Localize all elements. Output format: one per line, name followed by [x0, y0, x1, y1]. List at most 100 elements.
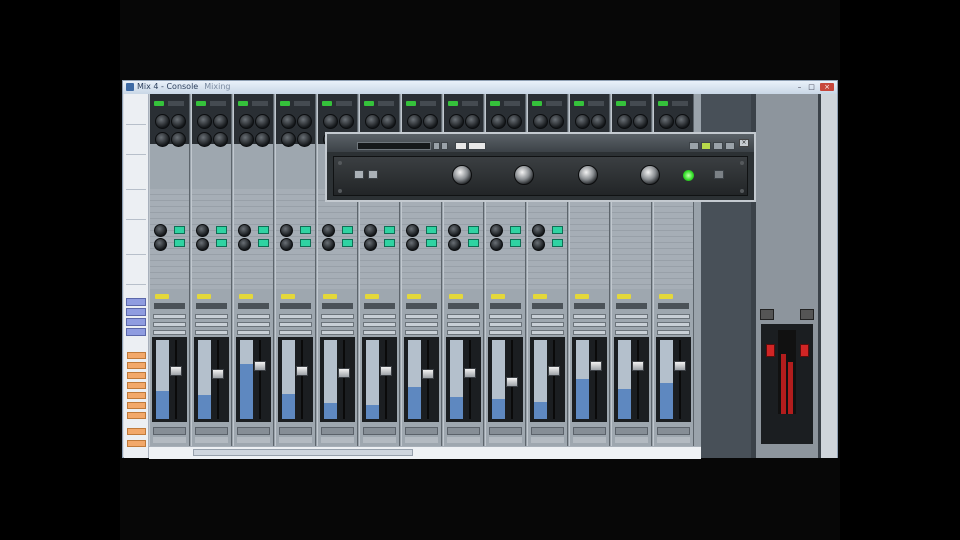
routing-cell[interactable]: [279, 330, 312, 335]
rotary-knob-icon[interactable]: [280, 238, 293, 251]
rotary-knob-icon[interactable]: [155, 114, 170, 129]
pan-control[interactable]: [616, 303, 647, 309]
plugin-bypass-button[interactable]: [701, 142, 711, 150]
pan-control[interactable]: [364, 303, 395, 309]
send-enable-button[interactable]: [552, 226, 563, 234]
send-enable-button[interactable]: [510, 226, 521, 234]
active-led[interactable]: [280, 101, 290, 106]
active-led[interactable]: [196, 101, 206, 106]
send-enable-button[interactable]: [426, 239, 437, 247]
plugin-header[interactable]: ×: [327, 134, 754, 152]
channel-output-field[interactable]: [363, 437, 396, 443]
rotary-knob-icon[interactable]: [617, 114, 632, 129]
fader-cap-icon[interactable]: [548, 366, 560, 376]
send-enable-button[interactable]: [216, 239, 227, 247]
pan-control[interactable]: [322, 303, 353, 309]
channel-name-field[interactable]: [447, 427, 480, 435]
view-button[interactable]: [126, 308, 146, 316]
plugin-close-button[interactable]: ×: [739, 139, 749, 147]
channel-name-field[interactable]: [321, 427, 354, 435]
pan-control[interactable]: [490, 303, 521, 309]
rotary-knob-icon[interactable]: [281, 114, 296, 129]
active-led[interactable]: [448, 101, 458, 106]
routing-cell[interactable]: [573, 322, 606, 327]
rotary-knob-icon[interactable]: [448, 238, 461, 251]
routing-cell[interactable]: [657, 330, 690, 335]
rotary-knob-icon[interactable]: [452, 165, 472, 185]
active-led[interactable]: [322, 101, 332, 106]
rotary-knob-icon[interactable]: [171, 132, 186, 147]
rotary-knob-icon[interactable]: [491, 114, 506, 129]
module-button[interactable]: [127, 392, 146, 399]
channel-output-field[interactable]: [615, 437, 648, 443]
power-led-icon[interactable]: [683, 170, 694, 181]
send-enable-button[interactable]: [552, 239, 563, 247]
rotary-knob-icon[interactable]: [197, 132, 212, 147]
routing-cell[interactable]: [573, 314, 606, 319]
routing-cell[interactable]: [195, 322, 228, 327]
maximize-button[interactable]: □: [807, 83, 816, 91]
send-enable-button[interactable]: [174, 226, 185, 234]
pan-control[interactable]: [658, 303, 689, 309]
send-enable-button[interactable]: [342, 226, 353, 234]
master-fader-left-cap[interactable]: [766, 344, 775, 357]
rotary-knob-icon[interactable]: [575, 114, 590, 129]
channel-output-field[interactable]: [237, 437, 270, 443]
routing-cell[interactable]: [615, 330, 648, 335]
routing-cell[interactable]: [531, 330, 564, 335]
channel-output-field[interactable]: [405, 437, 438, 443]
routing-cell[interactable]: [405, 314, 438, 319]
plugin-option-button[interactable]: [713, 142, 723, 150]
rotary-knob-icon[interactable]: [297, 132, 312, 147]
fader-track[interactable]: [175, 340, 177, 419]
channel-name-field[interactable]: [531, 427, 564, 435]
rotary-knob-icon[interactable]: [213, 132, 228, 147]
scrollbar-thumb[interactable]: [193, 449, 413, 456]
rotary-knob-icon[interactable]: [323, 114, 338, 129]
fader-cap-icon[interactable]: [590, 361, 602, 371]
active-led[interactable]: [490, 101, 500, 106]
fader-cap-icon[interactable]: [296, 366, 308, 376]
rotary-knob-icon[interactable]: [407, 114, 422, 129]
rotary-knob-icon[interactable]: [364, 238, 377, 251]
pan-control[interactable]: [238, 303, 269, 309]
minimize-button[interactable]: –: [795, 83, 804, 91]
rotary-knob-icon[interactable]: [490, 238, 503, 251]
rotary-knob-icon[interactable]: [281, 132, 296, 147]
rotary-knob-icon[interactable]: [239, 132, 254, 147]
rotary-knob-icon[interactable]: [364, 224, 377, 237]
rotary-knob-icon[interactable]: [591, 114, 606, 129]
rotary-knob-icon[interactable]: [675, 114, 690, 129]
routing-cell[interactable]: [237, 322, 270, 327]
module-button[interactable]: [127, 428, 146, 435]
send-enable-button[interactable]: [300, 239, 311, 247]
rotary-knob-icon[interactable]: [280, 224, 293, 237]
fader-cap-icon[interactable]: [170, 366, 182, 376]
active-led[interactable]: [406, 101, 416, 106]
fader-track[interactable]: [343, 340, 345, 419]
rotary-knob-icon[interactable]: [533, 114, 548, 129]
active-led[interactable]: [616, 101, 626, 106]
active-led[interactable]: [658, 101, 668, 106]
routing-cell[interactable]: [363, 330, 396, 335]
rotary-knob-icon[interactable]: [514, 165, 534, 185]
rotary-knob-icon[interactable]: [423, 114, 438, 129]
rotary-knob-icon[interactable]: [406, 224, 419, 237]
fader-cap-icon[interactable]: [464, 368, 476, 378]
fader-track[interactable]: [259, 340, 261, 419]
rotary-knob-icon[interactable]: [213, 114, 228, 129]
rotary-knob-icon[interactable]: [196, 238, 209, 251]
channel-name-field[interactable]: [489, 427, 522, 435]
routing-cell[interactable]: [615, 322, 648, 327]
routing-cell[interactable]: [321, 330, 354, 335]
rotary-knob-icon[interactable]: [449, 114, 464, 129]
routing-cell[interactable]: [447, 322, 480, 327]
plugin-toggle-button[interactable]: [455, 142, 467, 150]
rotary-knob-icon[interactable]: [465, 114, 480, 129]
module-button[interactable]: [127, 440, 146, 447]
plugin-switch[interactable]: [714, 170, 724, 179]
pan-control[interactable]: [406, 303, 437, 309]
channel-output-field[interactable]: [489, 437, 522, 443]
close-button[interactable]: ×: [820, 83, 834, 91]
routing-cell[interactable]: [447, 314, 480, 319]
